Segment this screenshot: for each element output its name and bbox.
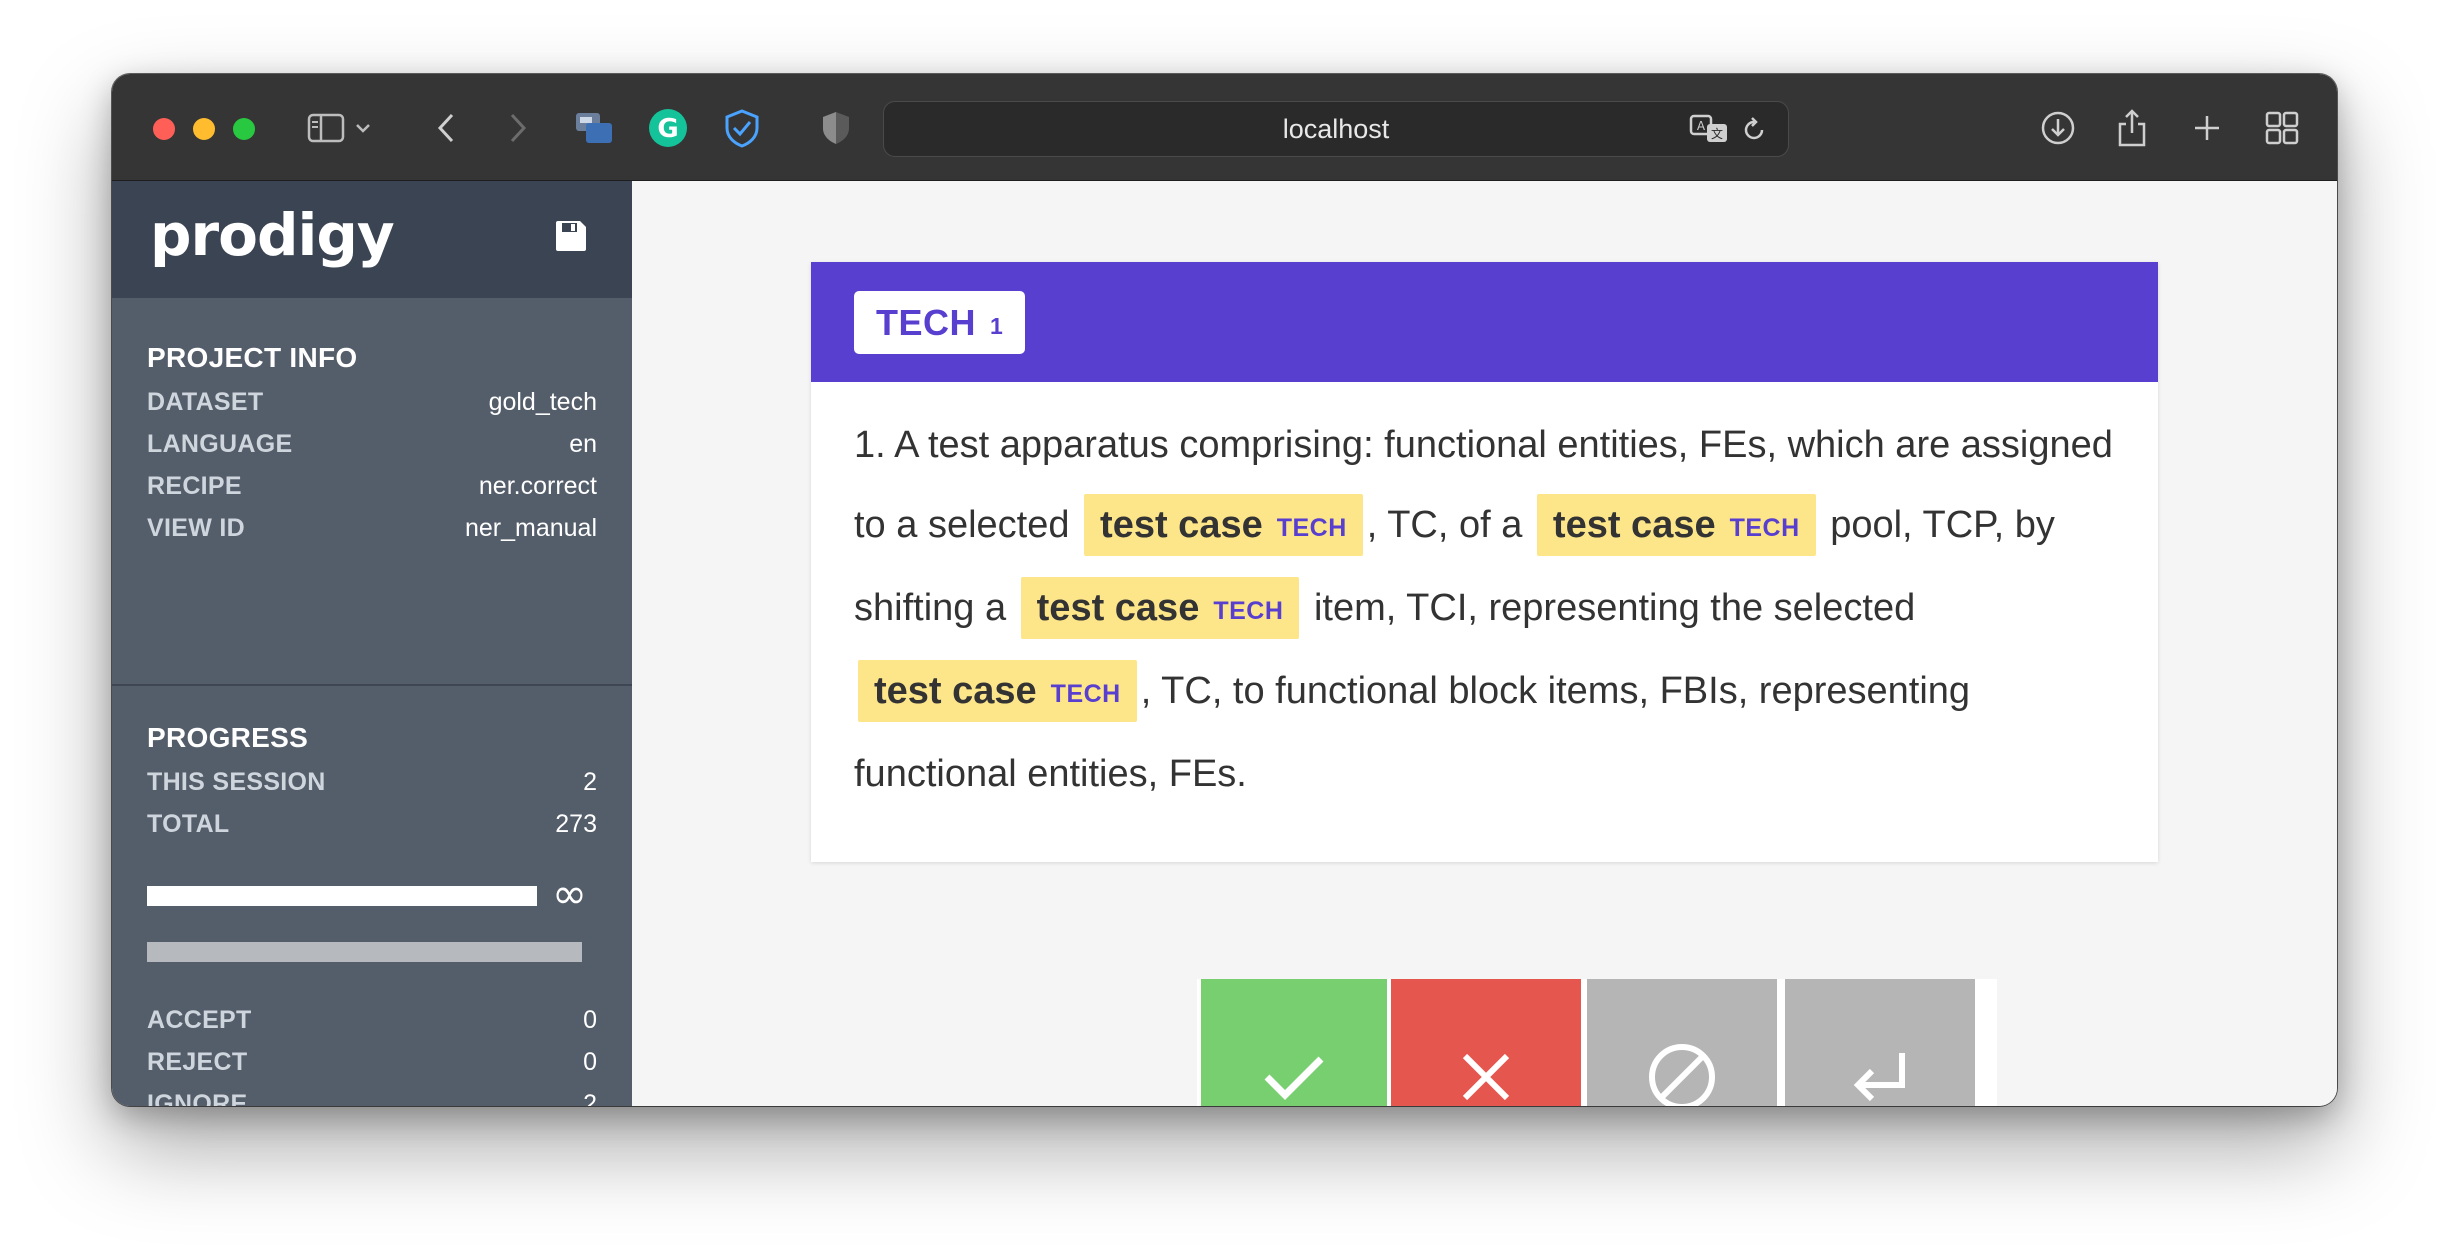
svg-text:文: 文 xyxy=(1711,126,1723,141)
info-key: RECIPE xyxy=(147,472,242,501)
count-row-accept: ACCEPT 0 xyxy=(147,1006,597,1046)
url-text: localhost xyxy=(884,102,1788,156)
share-icon[interactable] xyxy=(2108,104,2156,152)
progress-key: THIS SESSION xyxy=(147,768,326,797)
entity-span[interactable]: test case TECH xyxy=(1084,494,1363,556)
info-value: ner_manual xyxy=(465,514,597,543)
info-value: ner.correct xyxy=(479,472,597,501)
minimize-window-button[interactable] xyxy=(193,118,215,140)
label-name: TECH xyxy=(876,302,976,344)
tab-grid-icon[interactable] xyxy=(2258,104,2306,152)
prodigy-logo: prodigy xyxy=(150,201,394,269)
tab-overview-extension-icon[interactable] xyxy=(570,104,618,152)
accept-button[interactable] xyxy=(1201,979,1387,1106)
entity-span[interactable]: test case TECH xyxy=(858,660,1137,722)
label-option-tech[interactable]: TECH 1 xyxy=(854,291,1025,354)
save-icon[interactable] xyxy=(554,219,588,253)
chevron-down-icon[interactable] xyxy=(348,104,378,152)
task-text[interactable]: 1. A test apparatus comprising: function… xyxy=(854,405,2124,814)
forward-icon[interactable] xyxy=(494,104,542,152)
privacy-shield-icon[interactable] xyxy=(812,104,860,152)
reload-icon[interactable] xyxy=(1741,116,1767,149)
task-text-segment: , TC, of a xyxy=(1367,504,1533,546)
progress-title: PROGRESS xyxy=(147,722,308,754)
svg-text:A: A xyxy=(1697,119,1706,133)
count-value: 0 xyxy=(583,1048,597,1077)
back-icon[interactable] xyxy=(422,104,470,152)
progress-key: TOTAL xyxy=(147,810,230,839)
entity-text: test case xyxy=(874,670,1037,712)
info-row-language: LANGUAGE en xyxy=(147,430,597,470)
progress-value: 2 xyxy=(583,768,597,797)
count-value: 2 xyxy=(583,1090,597,1106)
progress-value: 273 xyxy=(555,810,597,839)
entity-span[interactable]: test case TECH xyxy=(1537,494,1816,556)
entity-text: test case xyxy=(1100,504,1263,546)
svg-text:G: G xyxy=(657,114,678,144)
shield-check-icon[interactable] xyxy=(718,104,766,152)
ignore-icon xyxy=(1647,1042,1717,1107)
count-key: ACCEPT xyxy=(147,1006,252,1035)
info-row-dataset: DATASET gold_tech xyxy=(147,388,597,428)
session-progress-bar xyxy=(147,886,537,906)
label-shortcut: 1 xyxy=(990,313,1003,340)
entity-text: test case xyxy=(1553,504,1716,546)
new-tab-icon[interactable] xyxy=(2183,104,2231,152)
info-value: en xyxy=(569,430,597,459)
info-key: LANGUAGE xyxy=(147,430,292,459)
total-progress-bar xyxy=(147,942,582,962)
undo-button[interactable] xyxy=(1785,979,1975,1106)
annotation-card: TECH 1 1. A test apparatus comprising: f… xyxy=(811,262,2158,862)
ignore-button[interactable] xyxy=(1587,979,1777,1106)
infinity-symbol: ∞ xyxy=(552,873,587,915)
sidebar-header: prodigy xyxy=(112,181,632,298)
section-divider xyxy=(112,684,632,686)
entity-label: TECH xyxy=(1213,597,1283,625)
task-text-segment: item, TCI, representing the selected xyxy=(1303,587,1915,629)
sidebar: prodigy PROJECT INFO DATASET gold_tech L… xyxy=(112,181,632,1106)
project-info-title: PROJECT INFO xyxy=(147,342,358,374)
downloads-icon[interactable] xyxy=(2034,104,2082,152)
info-key: DATASET xyxy=(147,388,263,417)
action-buttons xyxy=(1197,979,1997,1106)
info-row-recipe: RECIPE ner.correct xyxy=(147,472,597,512)
entity-span[interactable]: test case TECH xyxy=(1021,577,1300,639)
address-bar[interactable]: localhost A文 xyxy=(883,101,1789,157)
progress-row-session: THIS SESSION 2 xyxy=(147,768,597,808)
entity-label: TECH xyxy=(1730,514,1800,542)
zoom-window-button[interactable] xyxy=(233,118,255,140)
info-row-view-id: VIEW ID ner_manual xyxy=(147,514,597,554)
info-value: gold_tech xyxy=(489,388,597,417)
browser-toolbar: G localhost A文 xyxy=(112,74,2337,181)
browser-window: G localhost A文 xyxy=(112,74,2337,1106)
entity-label: TECH xyxy=(1277,514,1347,542)
check-icon xyxy=(1262,1052,1326,1107)
count-key: IGNORE xyxy=(147,1090,247,1106)
count-row-reject: REJECT 0 xyxy=(147,1048,597,1088)
count-row-ignore: IGNORE 2 xyxy=(147,1090,597,1106)
reject-button[interactable] xyxy=(1391,979,1581,1106)
entity-text: test case xyxy=(1037,587,1200,629)
cross-icon xyxy=(1459,1050,1513,1107)
grammarly-icon[interactable]: G xyxy=(644,104,692,152)
undo-icon xyxy=(1850,1047,1910,1107)
count-key: REJECT xyxy=(147,1048,247,1077)
sidebar-toggle-icon[interactable] xyxy=(302,104,350,152)
label-bar: TECH 1 xyxy=(811,262,2158,382)
close-window-button[interactable] xyxy=(153,118,175,140)
info-key: VIEW ID xyxy=(147,514,245,543)
main-content: TECH 1 1. A test apparatus comprising: f… xyxy=(632,181,2337,1106)
progress-row-total: TOTAL 273 xyxy=(147,810,597,850)
entity-label: TECH xyxy=(1051,680,1121,708)
translate-icon[interactable]: A文 xyxy=(1689,112,1729,151)
count-value: 0 xyxy=(583,1006,597,1035)
